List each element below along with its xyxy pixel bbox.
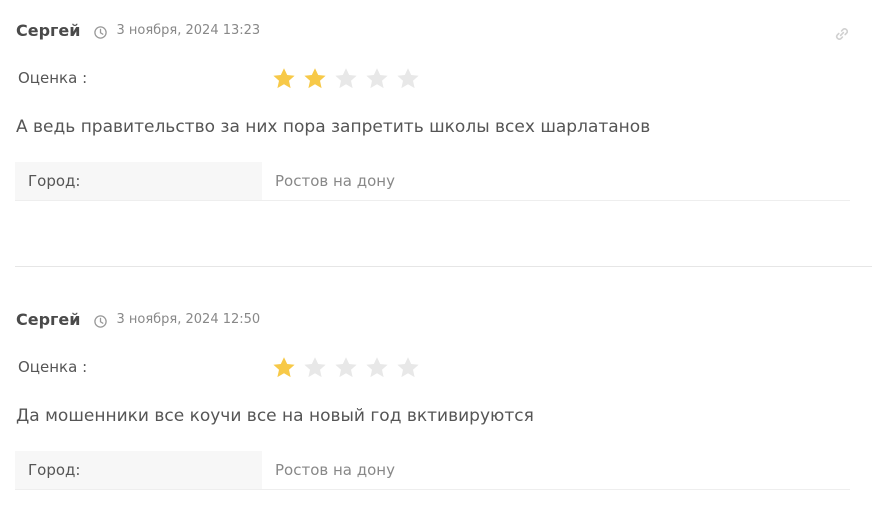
star-icon: [335, 357, 357, 378]
review-author: Сергей: [16, 20, 81, 40]
star-icon: [366, 357, 388, 378]
star-icon: [397, 357, 419, 378]
city-label: Город:: [28, 172, 81, 190]
star-icon: [304, 68, 326, 89]
link-icon[interactable]: [834, 26, 850, 42]
star-rating: [271, 355, 426, 381]
star-rating: [271, 66, 426, 92]
city-row: Город: Ростов на дону: [15, 162, 850, 201]
clock-icon: [94, 24, 108, 39]
star-icon: [273, 357, 295, 378]
city-label-cell: Город:: [15, 162, 262, 200]
star-icon: [397, 68, 419, 89]
review-divider: [15, 266, 872, 267]
rating-label: Оценка :: [18, 69, 88, 87]
city-value: Ростов на дону: [275, 461, 395, 479]
review-author: Сергей: [16, 309, 81, 329]
city-row: Город: Ростов на дону: [15, 451, 850, 490]
rating-label: Оценка :: [18, 358, 88, 376]
star-icon: [366, 68, 388, 89]
review-date: 3 ноября, 2024 12:50: [116, 311, 261, 327]
review-comment: Да мошенники все коучи все на новый год …: [16, 406, 534, 426]
review-header: Сергей 3 ноября, 2024 13:23: [16, 20, 260, 40]
star-icon: [273, 68, 295, 89]
star-icon: [304, 357, 326, 378]
review-header: Сергей 3 ноября, 2024 12:50: [16, 309, 260, 329]
city-label: Город:: [28, 461, 81, 479]
review-comment: А ведь правительство за них пора запрети…: [16, 117, 651, 137]
city-value: Ростов на дону: [275, 172, 395, 190]
star-icon: [335, 68, 357, 89]
clock-icon: [94, 313, 108, 328]
review-date: 3 ноября, 2024 13:23: [116, 22, 261, 38]
rating-row: Оценка :: [18, 66, 438, 92]
city-label-cell: Город:: [15, 451, 262, 489]
rating-row: Оценка :: [18, 355, 438, 381]
